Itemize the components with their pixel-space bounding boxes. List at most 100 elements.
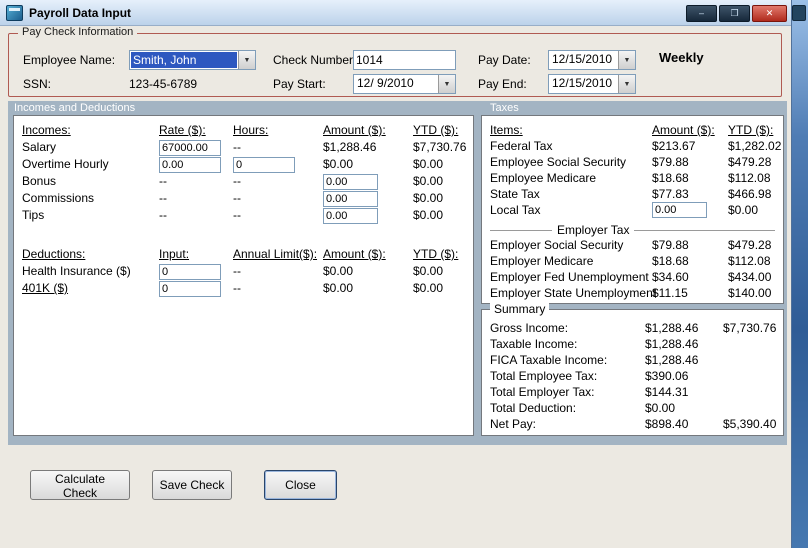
commissions-amount-input[interactable] <box>323 190 378 207</box>
calculate-check-button[interactable]: Calculate Check <box>30 470 130 500</box>
column-header: Hours: <box>233 123 269 137</box>
income-row-label: Tips <box>22 208 45 222</box>
chevron-down-icon: ▼ <box>443 80 451 88</box>
pay-start-picker[interactable]: 12/ 9/2010 ▼ <box>353 74 456 94</box>
summary-row-label: Total Employer Tax: <box>490 385 595 399</box>
main-panel: Incomes and Deductions Taxes Incomes: Ra… <box>8 101 787 445</box>
tax-row-label: Federal Tax <box>490 139 553 153</box>
chevron-down-icon: ▼ <box>623 56 631 64</box>
tax-ytd: $1,282.02 <box>728 139 782 153</box>
pay-end-dropdown-button[interactable]: ▼ <box>618 75 635 93</box>
column-header: YTD ($): <box>413 247 459 261</box>
tax-row-label: Employee Medicare <box>490 171 597 185</box>
summary-group-label: Summary <box>490 302 550 316</box>
incomes-panel: Incomes: Rate ($): Hours: Amount ($): YT… <box>13 115 474 436</box>
column-header: Deductions: <box>22 247 86 261</box>
income-rate: -- <box>159 208 167 222</box>
employee-name-value: Smith, John <box>131 52 237 68</box>
incomes-table: Incomes: Rate ($): Hours: Amount ($): YT… <box>14 116 473 297</box>
bonus-amount-input[interactable] <box>323 173 378 190</box>
income-amount: $0.00 <box>323 157 354 171</box>
income-ytd: $7,730.76 <box>413 140 467 154</box>
pay-date-value: 12/15/2010 <box>552 52 613 66</box>
tax-amount: $34.60 <box>652 270 689 284</box>
column-header: YTD ($): <box>728 123 774 137</box>
salary-rate-input[interactable] <box>159 139 221 156</box>
tax-ytd: $479.28 <box>728 155 772 169</box>
summary-amount: $1,288.46 <box>645 321 699 335</box>
column-header: Amount ($): <box>652 123 715 137</box>
pay-end-picker[interactable]: 12/15/2010 ▼ <box>548 74 636 94</box>
pay-date-dropdown-button[interactable]: ▼ <box>618 51 635 69</box>
summary-panel: Summary Gross Income: $1,288.46 $7,730.7… <box>481 302 784 436</box>
deduction-ytd: $0.00 <box>413 281 444 295</box>
summary-ytd: $7,730.76 <box>723 321 777 335</box>
tax-row-label: Employer Social Security <box>490 238 624 252</box>
column-header: Items: <box>490 123 523 137</box>
employee-name-dropdown-button[interactable]: ▼ <box>238 51 255 69</box>
employer-tax-header: Employer Tax <box>552 223 635 237</box>
tax-ytd: $112.08 <box>728 254 771 268</box>
overtime-rate-input[interactable] <box>159 156 221 173</box>
income-hours: -- <box>233 140 241 154</box>
local-tax-input[interactable] <box>652 202 707 218</box>
income-ytd: $0.00 <box>413 208 444 222</box>
summary-row-label: Net Pay: <box>490 417 537 431</box>
deduction-limit: -- <box>233 281 241 295</box>
window-controls: – ❐ ✕ <box>686 5 787 22</box>
ssn-value: 123-45-6789 <box>129 77 198 91</box>
title-bar[interactable]: Payroll Data Input – ❐ ✕ <box>0 0 791 26</box>
tax-row-label: Employer State Unemployment <box>490 286 657 300</box>
income-hours: -- <box>233 208 241 222</box>
tax-row-label: Employer Medicare <box>490 254 594 268</box>
check-number-label: Check Number: <box>273 53 357 67</box>
health-insurance-input[interactable] <box>159 263 221 280</box>
tips-amount-input[interactable] <box>323 207 378 224</box>
income-amount: $1,288.46 <box>323 140 377 154</box>
payroll-window: Payroll Data Input – ❐ ✕ Pay Check Infor… <box>0 0 792 548</box>
summary-ytd: $5,390.40 <box>723 417 777 431</box>
employee-name-label: Employee Name: <box>23 53 116 67</box>
ssn-label: SSN: <box>23 77 52 91</box>
tax-row-label: Employee Social Security <box>490 155 627 169</box>
summary-amount: $1,288.46 <box>645 337 699 351</box>
tax-amount: $18.68 <box>652 254 689 268</box>
summary-table: Gross Income: $1,288.46 $7,730.76 Taxabl… <box>482 310 783 432</box>
check-number-input[interactable] <box>353 50 456 70</box>
income-row-label: Overtime Hourly <box>22 157 109 171</box>
tax-amount: $18.68 <box>652 171 689 185</box>
pay-start-label: Pay Start: <box>273 77 326 91</box>
chevron-down-icon: ▼ <box>623 80 631 88</box>
close-check-button[interactable]: Close <box>264 470 337 500</box>
background-window-button <box>792 5 806 21</box>
summary-ytd <box>723 384 783 400</box>
tax-ytd: $434.00 <box>728 270 772 284</box>
minimize-button[interactable]: – <box>686 5 717 22</box>
taxes-section-header: Taxes <box>490 102 519 114</box>
pay-start-dropdown-button[interactable]: ▼ <box>438 75 455 93</box>
chevron-down-icon: ▼ <box>243 56 251 64</box>
column-header: Annual Limit($): <box>233 247 318 261</box>
income-row-label: Commissions <box>22 191 95 205</box>
taxes-panel: Items: Amount ($): YTD ($): Federal Tax … <box>481 115 784 304</box>
employee-name-combobox[interactable]: Smith, John ▼ <box>129 50 256 70</box>
summary-row-label: Taxable Income: <box>490 337 578 351</box>
maximize-button[interactable]: ❐ <box>719 5 750 22</box>
save-check-button[interactable]: Save Check <box>152 470 232 500</box>
income-ytd: $0.00 <box>413 191 444 205</box>
overtime-hours-input[interactable] <box>233 156 295 173</box>
summary-amount: $1,288.46 <box>645 353 699 367</box>
pay-end-value: 12/15/2010 <box>552 76 613 90</box>
401k-input[interactable] <box>159 280 221 297</box>
summary-amount: $390.06 <box>645 369 689 383</box>
summary-amount: $0.00 <box>645 401 676 415</box>
column-header: Amount ($): <box>323 123 386 137</box>
income-hours: -- <box>233 174 241 188</box>
pay-date-picker[interactable]: 12/15/2010 ▼ <box>548 50 636 70</box>
column-header: YTD ($): <box>413 123 459 137</box>
income-ytd: $0.00 <box>413 174 444 188</box>
summary-row-label: Total Deduction: <box>490 401 577 415</box>
window-title: Payroll Data Input <box>29 5 132 20</box>
column-header: Input: <box>159 247 190 261</box>
close-icon[interactable]: ✕ <box>752 5 787 22</box>
